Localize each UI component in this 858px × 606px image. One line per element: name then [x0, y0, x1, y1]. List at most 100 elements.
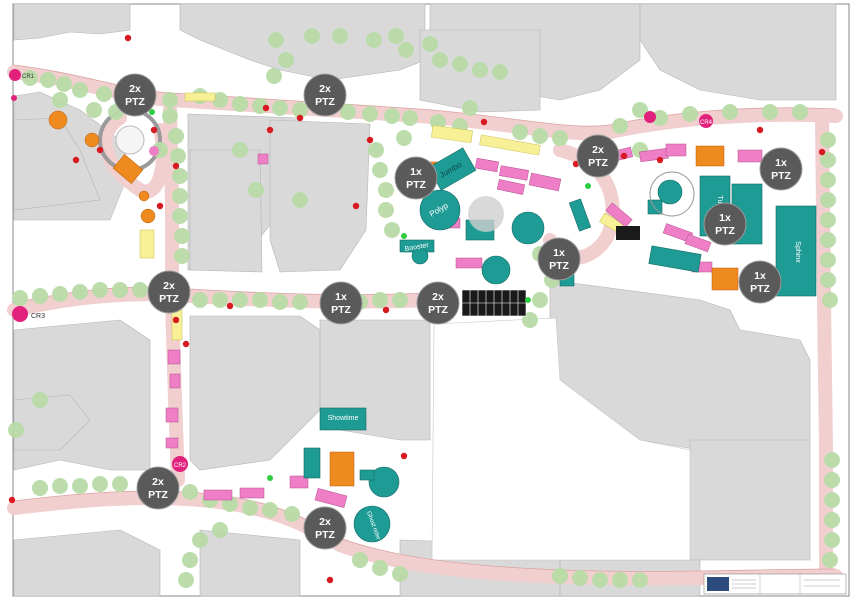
- tree: [402, 110, 418, 126]
- tree: [96, 86, 112, 102]
- red-dot: [620, 152, 628, 160]
- ptz-count: 2x: [432, 291, 444, 303]
- tree: [32, 288, 48, 304]
- tree: [372, 560, 388, 576]
- tree: [820, 212, 836, 228]
- tree: [492, 64, 508, 80]
- building-block: [199, 529, 301, 597]
- ptz-count: 2x: [129, 83, 141, 95]
- attraction-orange: [695, 145, 725, 167]
- tree: [112, 476, 128, 492]
- tree: [262, 502, 278, 518]
- tree: [92, 282, 108, 298]
- ptz-camera-marker[interactable]: 1x PTZ: [738, 260, 782, 304]
- attraction-orange: [84, 132, 100, 148]
- stall-pink: [239, 487, 265, 499]
- red-dot: [262, 104, 270, 112]
- ptz-camera-marker[interactable]: 1x PTZ: [394, 156, 438, 200]
- stall-pink: [737, 149, 763, 163]
- stall-pink: [165, 407, 179, 423]
- ptz-camera-marker[interactable]: 2x PTZ: [303, 506, 347, 550]
- ptz-camera-marker[interactable]: 1x PTZ: [319, 281, 363, 325]
- red-dot: [296, 114, 304, 122]
- ptz-type: PTZ: [406, 179, 426, 191]
- attraction-orange: [329, 451, 355, 487]
- tree: [252, 292, 268, 308]
- tree: [532, 292, 548, 308]
- tree: [182, 484, 198, 500]
- ptz-type: PTZ: [148, 489, 168, 501]
- tree: [212, 292, 228, 308]
- pink-dot: [11, 95, 17, 101]
- tree: [592, 572, 608, 588]
- ptz-camera-marker[interactable]: 2x PTZ: [147, 270, 191, 314]
- red-dot: [182, 340, 190, 348]
- tree: [162, 92, 178, 108]
- tree: [352, 552, 368, 568]
- tree: [378, 202, 394, 218]
- route-east-vertical: [815, 113, 833, 583]
- tree: [572, 570, 588, 586]
- tree: [462, 100, 478, 116]
- tree: [612, 572, 628, 588]
- stall-yellow: [139, 229, 155, 259]
- red-dot: [172, 162, 180, 170]
- tree: [820, 172, 836, 188]
- stall-pink: [203, 489, 233, 501]
- tree: [174, 228, 190, 244]
- tree: [52, 92, 68, 108]
- tree: [366, 32, 382, 48]
- ptz-type: PTZ: [428, 304, 448, 316]
- tree: [162, 108, 178, 124]
- map-canvas[interactable]: Jumbo Polyp Booster Showtime Ghost rider…: [0, 0, 858, 601]
- tree: [472, 62, 488, 78]
- event-site-map: Jumbo Polyp Booster Showtime Ghost rider…: [0, 0, 858, 601]
- ptz-camera-marker[interactable]: 1x PTZ: [703, 202, 747, 246]
- tree: [232, 142, 248, 158]
- ptz-camera-marker[interactable]: 2x PTZ: [113, 73, 157, 117]
- tree: [8, 422, 24, 438]
- ptz-type: PTZ: [588, 157, 608, 169]
- tree: [452, 56, 468, 72]
- ride-grid-black-small: [616, 226, 640, 240]
- tree: [242, 500, 258, 516]
- ptz-type: PTZ: [315, 96, 335, 108]
- ptz-count: 1x: [553, 247, 565, 259]
- tree: [552, 568, 568, 584]
- tree: [284, 506, 300, 522]
- tree: [824, 452, 840, 468]
- ptz-type: PTZ: [771, 170, 791, 182]
- stall-yellow: [184, 92, 216, 102]
- red-dot: [124, 34, 132, 42]
- ptz-count: 1x: [754, 270, 766, 282]
- cr-marker: CR4: [699, 114, 713, 128]
- tree: [248, 182, 264, 198]
- tree: [392, 566, 408, 582]
- ptz-camera-marker[interactable]: 1x PTZ: [759, 147, 803, 191]
- ptz-camera-marker[interactable]: 2x PTZ: [576, 134, 620, 178]
- tree: [86, 102, 102, 118]
- ptz-type: PTZ: [331, 304, 351, 316]
- tree: [362, 106, 378, 122]
- ptz-camera-marker[interactable]: 1x PTZ: [537, 237, 581, 281]
- tree: [292, 294, 308, 310]
- tree: [378, 182, 394, 198]
- tree: [332, 28, 348, 44]
- tree: [368, 142, 384, 158]
- tree: [392, 292, 408, 308]
- red-dot: [382, 306, 390, 314]
- ptz-type: PTZ: [549, 260, 569, 272]
- ptz-camera-marker[interactable]: 2x PTZ: [303, 73, 347, 117]
- tree: [12, 290, 28, 306]
- stall-yellow: [171, 309, 183, 341]
- ride-teal: [481, 255, 511, 285]
- red-dot: [156, 202, 164, 210]
- ride-label-showtime: Showtime: [328, 415, 359, 422]
- ptz-camera-marker[interactable]: 2x PTZ: [136, 466, 180, 510]
- tree: [682, 106, 698, 122]
- tree: [112, 282, 128, 298]
- tree: [432, 52, 448, 68]
- tree: [212, 522, 228, 538]
- tree: [32, 480, 48, 496]
- ptz-camera-marker[interactable]: 2x PTZ: [416, 281, 460, 325]
